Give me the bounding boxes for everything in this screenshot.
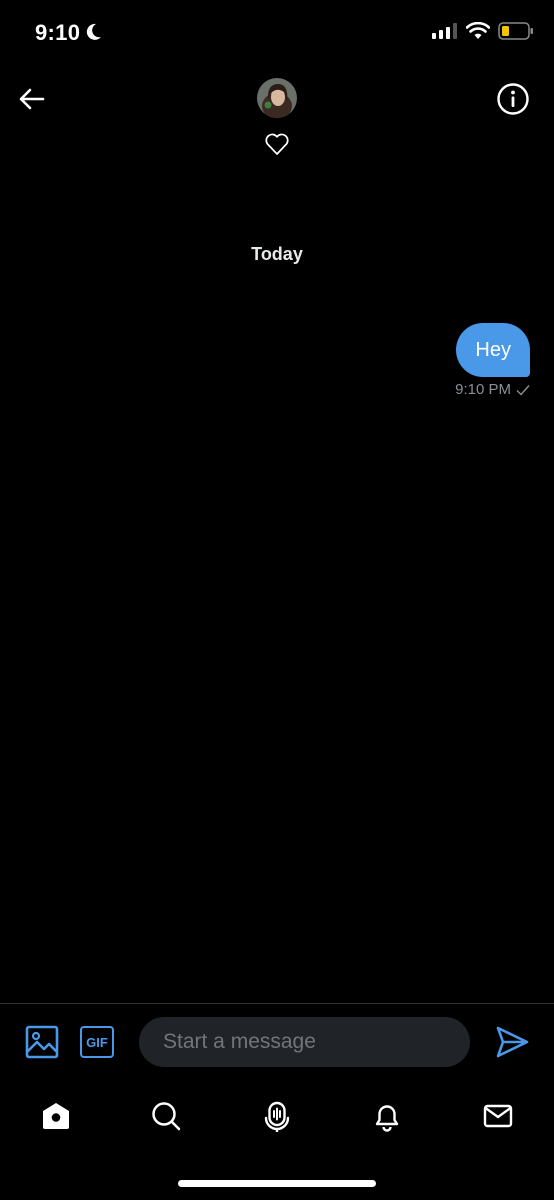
info-icon[interactable] (496, 82, 530, 116)
tab-home[interactable] (36, 1096, 76, 1136)
status-time: 9:10 (35, 20, 81, 45)
message-input[interactable] (139, 1017, 470, 1067)
status-bar: 9:10 (0, 0, 554, 70)
battery-icon (498, 22, 533, 40)
notifications-icon (375, 1105, 399, 1132)
gif-button[interactable]: GIF (80, 1026, 114, 1058)
status-indicators (432, 22, 534, 40)
tab-search[interactable] (146, 1096, 186, 1136)
message-time: 9:10 PM (455, 381, 511, 398)
message-bubble-sent[interactable]: Hey (456, 323, 530, 377)
spaces-icon (264, 1101, 290, 1132)
cellular-signal-icon (432, 23, 457, 39)
avatar-photo (257, 78, 297, 118)
heart-outline-icon[interactable] (263, 130, 291, 158)
bottom-tab-bar (0, 1086, 554, 1146)
image-icon[interactable] (24, 1024, 60, 1060)
back-button[interactable] (14, 82, 48, 116)
tab-spaces[interactable] (257, 1096, 297, 1136)
checkmark-icon (516, 384, 530, 396)
arrow-left-icon (19, 88, 45, 110)
search-icon (152, 1102, 181, 1131)
tab-messages[interactable] (478, 1096, 518, 1136)
tab-notifications[interactable] (367, 1096, 407, 1136)
date-separator: Today (251, 244, 303, 264)
messages-icon (483, 1104, 513, 1128)
message-meta: 9:10 PM (455, 381, 530, 398)
conversation-header (0, 70, 554, 170)
send-icon[interactable] (494, 1024, 530, 1060)
home-icon (43, 1103, 69, 1129)
avatar[interactable] (257, 78, 297, 118)
moon-icon (86, 23, 101, 40)
wifi-icon (466, 22, 490, 39)
message-composer: GIF (0, 1003, 554, 1080)
home-indicator[interactable] (178, 1180, 376, 1187)
